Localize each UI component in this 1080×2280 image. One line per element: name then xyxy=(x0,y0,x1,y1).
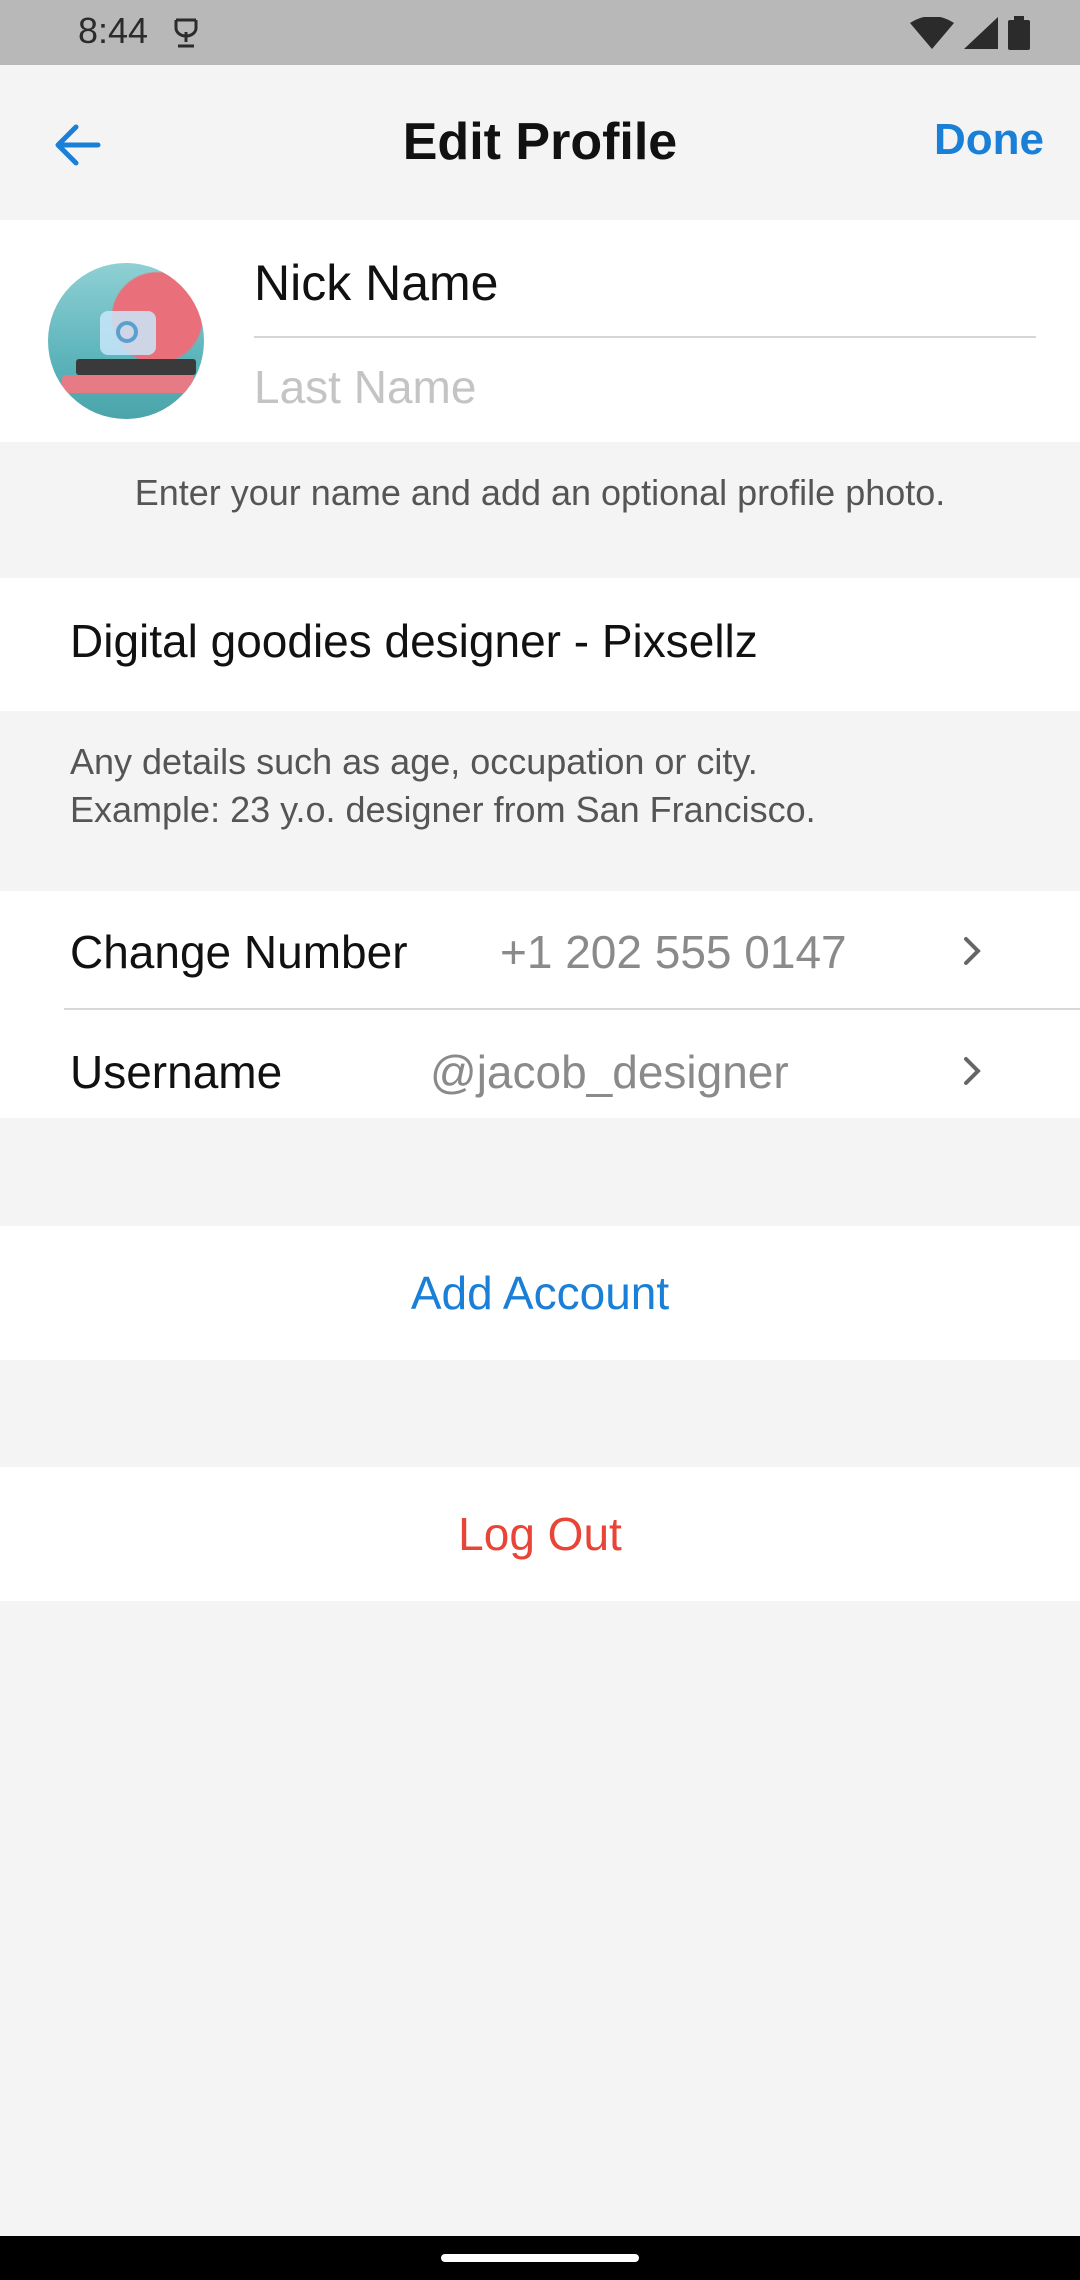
camera-icon xyxy=(100,311,156,355)
avatar-image-detail xyxy=(62,375,194,393)
profile-photo-avatar[interactable] xyxy=(48,263,204,419)
add-account-label: Add Account xyxy=(410,1267,670,1319)
bio-hint-line: Any details such as age, occupation or c… xyxy=(70,741,758,782)
wifi-icon xyxy=(910,16,954,54)
username-row[interactable]: Username @jacob_designer xyxy=(0,1011,1080,1129)
log-out-label: Log Out xyxy=(458,1508,622,1560)
system-navigation-bar xyxy=(0,2236,1080,2280)
divider xyxy=(64,1008,1080,1010)
status-time: 8:44 xyxy=(78,10,149,51)
home-indicator[interactable] xyxy=(441,2254,639,2262)
page-title: Edit Profile xyxy=(402,113,678,171)
bio-hint-line: Example: 23 y.o. designer from San Franc… xyxy=(70,789,816,830)
account-info-section: Change Number +1 202 555 0147 Username @… xyxy=(0,891,1080,1118)
done-button[interactable]: Done xyxy=(934,115,1044,165)
last-name-field[interactable] xyxy=(254,360,1034,414)
top-navigation-bar: Edit Profile Done xyxy=(0,65,1080,220)
row-label: Username xyxy=(70,1046,283,1098)
username-value: @jacob_designer xyxy=(430,1046,789,1098)
phone-number-value: +1 202 555 0147 xyxy=(500,926,847,978)
row-label: Change Number xyxy=(70,926,408,978)
status-bar: 8:44 xyxy=(0,0,1080,65)
chevron-right-icon xyxy=(952,931,992,971)
profile-name-section xyxy=(0,220,1080,442)
status-icons xyxy=(910,16,1030,55)
bio-section xyxy=(0,578,1080,711)
back-arrow-icon[interactable] xyxy=(48,115,108,175)
add-account-button[interactable]: Add Account xyxy=(0,1226,1080,1360)
avatar-image-detail xyxy=(76,359,196,375)
chevron-right-icon xyxy=(952,1051,992,1091)
change-number-row[interactable]: Change Number +1 202 555 0147 xyxy=(0,891,1080,1010)
battery-icon xyxy=(1008,16,1030,55)
bio-hint-text: Any details such as age, occupation or c… xyxy=(70,738,816,834)
notification-icon xyxy=(172,16,200,55)
first-name-field[interactable] xyxy=(254,254,1034,312)
divider xyxy=(254,336,1036,338)
log-out-button[interactable]: Log Out xyxy=(0,1467,1080,1601)
profile-hint-text: Enter your name and add an optional prof… xyxy=(134,472,946,513)
bio-field[interactable] xyxy=(70,614,1050,668)
signal-icon xyxy=(964,17,998,54)
